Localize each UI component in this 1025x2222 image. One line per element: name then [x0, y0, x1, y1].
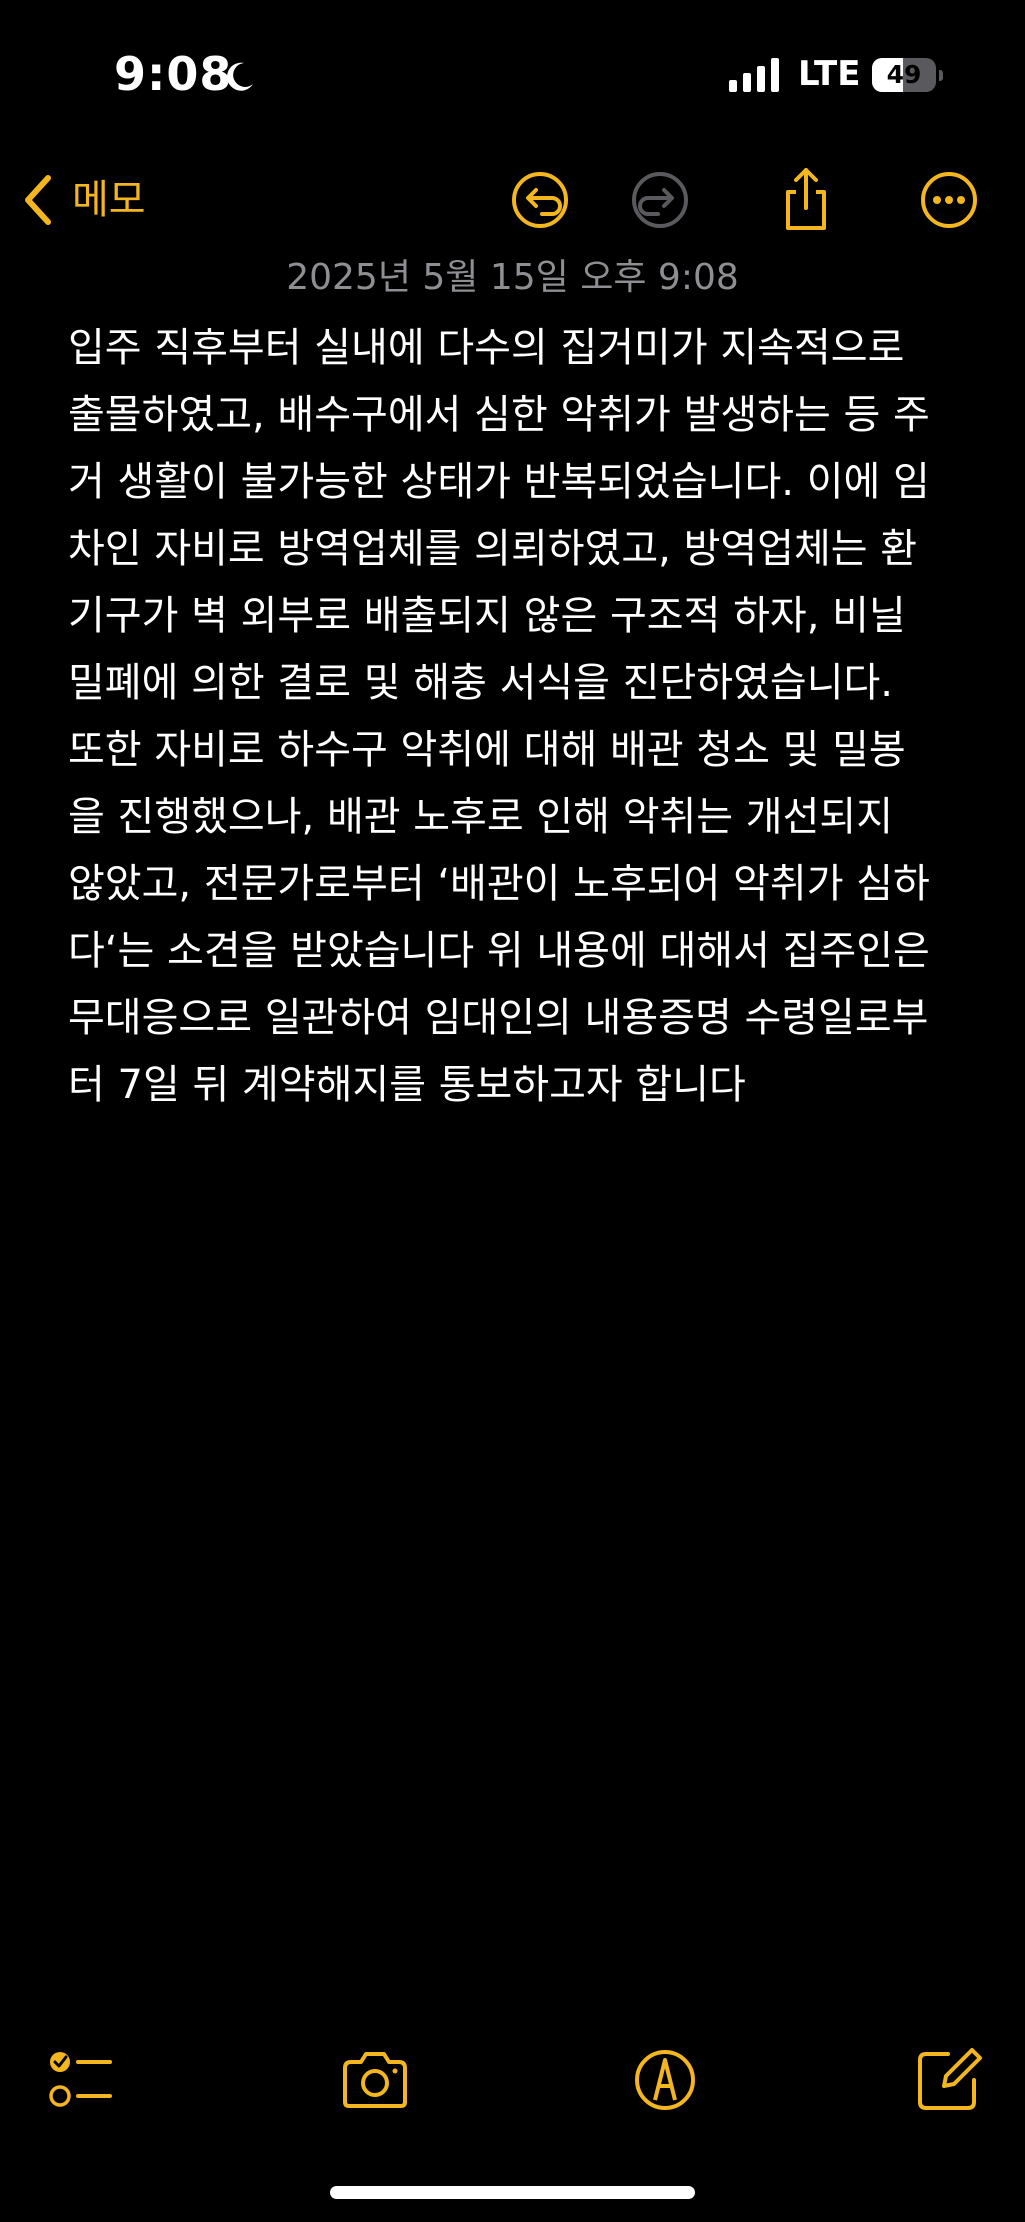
cellular-signal-icon: [729, 58, 779, 92]
bottom-toolbar: [0, 2030, 1025, 2130]
note-line: 무대응으로 일관하여 임대인의 내용증명 수령일로부: [68, 995, 929, 1041]
battery-body: 49: [872, 58, 936, 92]
nav-bar: 메모: [0, 150, 1025, 250]
note-line: 또한 자비로 하수구 악취에 대해 배관 청소 및 밀봉: [68, 727, 906, 773]
note-line: 다‘는 소견을 받았습니다 위 내용에 대해서 집주인은: [68, 928, 930, 974]
camera-icon[interactable]: [335, 2040, 415, 2120]
note-line: 을 진행했으나, 배관 노후로 인해 악취는 개선되지: [68, 794, 894, 840]
note-body[interactable]: 입주 직후부터 실내에 다수의 집거미가 지속적으로 출몰하였고, 배수구에서 …: [68, 315, 968, 1119]
status-time: 9:08: [114, 47, 233, 101]
chevron-left-icon: [25, 175, 51, 225]
battery-indicator: 49: [872, 58, 944, 92]
note-line: 터 7일 뒤 계약해지를 통보하고자 합니다: [68, 1062, 746, 1108]
note-line: 차인 자비로 방역업체를 의뢰하였고, 방역업체는 환: [68, 526, 918, 572]
more-icon[interactable]: [913, 164, 985, 236]
undo-icon[interactable]: [504, 164, 576, 236]
battery-percent: 49: [886, 60, 922, 89]
note-line: 않았고, 전문가로부터 ‘배관이 노후되어 악취가 심하: [68, 861, 930, 907]
note-date: 2025년 5월 15일 오후 9:08: [286, 257, 739, 298]
note-line: 출몰하였고, 배수구에서 심한 악취가 발생하는 등 주: [68, 392, 930, 438]
home-indicator[interactable]: [330, 2186, 695, 2199]
redo-icon[interactable]: [624, 164, 696, 236]
back-label: 메모: [72, 177, 146, 223]
checklist-icon[interactable]: [40, 2040, 120, 2120]
status-bar: 9:08 LTE 49: [0, 0, 1025, 150]
battery-cap: [939, 70, 943, 81]
note-line: 밀폐에 의한 결로 및 해충 서식을 진단하였습니다.: [68, 660, 894, 706]
note-line: 거 생활이 불가능한 상태가 반복되었습니다. 이에 임: [68, 459, 930, 505]
compose-icon[interactable]: [908, 2040, 988, 2120]
note-line: 입주 직후부터 실내에 다수의 집거미가 지속적으로: [68, 325, 905, 371]
moon-icon: [227, 62, 253, 91]
markup-icon[interactable]: [625, 2040, 705, 2120]
network-label: LTE: [798, 54, 861, 94]
back-button[interactable]: 메모: [18, 170, 146, 230]
note-line: 기구가 벽 외부로 배출되지 않은 구조적 하자, 비닐: [68, 593, 906, 639]
share-icon[interactable]: [770, 164, 842, 236]
